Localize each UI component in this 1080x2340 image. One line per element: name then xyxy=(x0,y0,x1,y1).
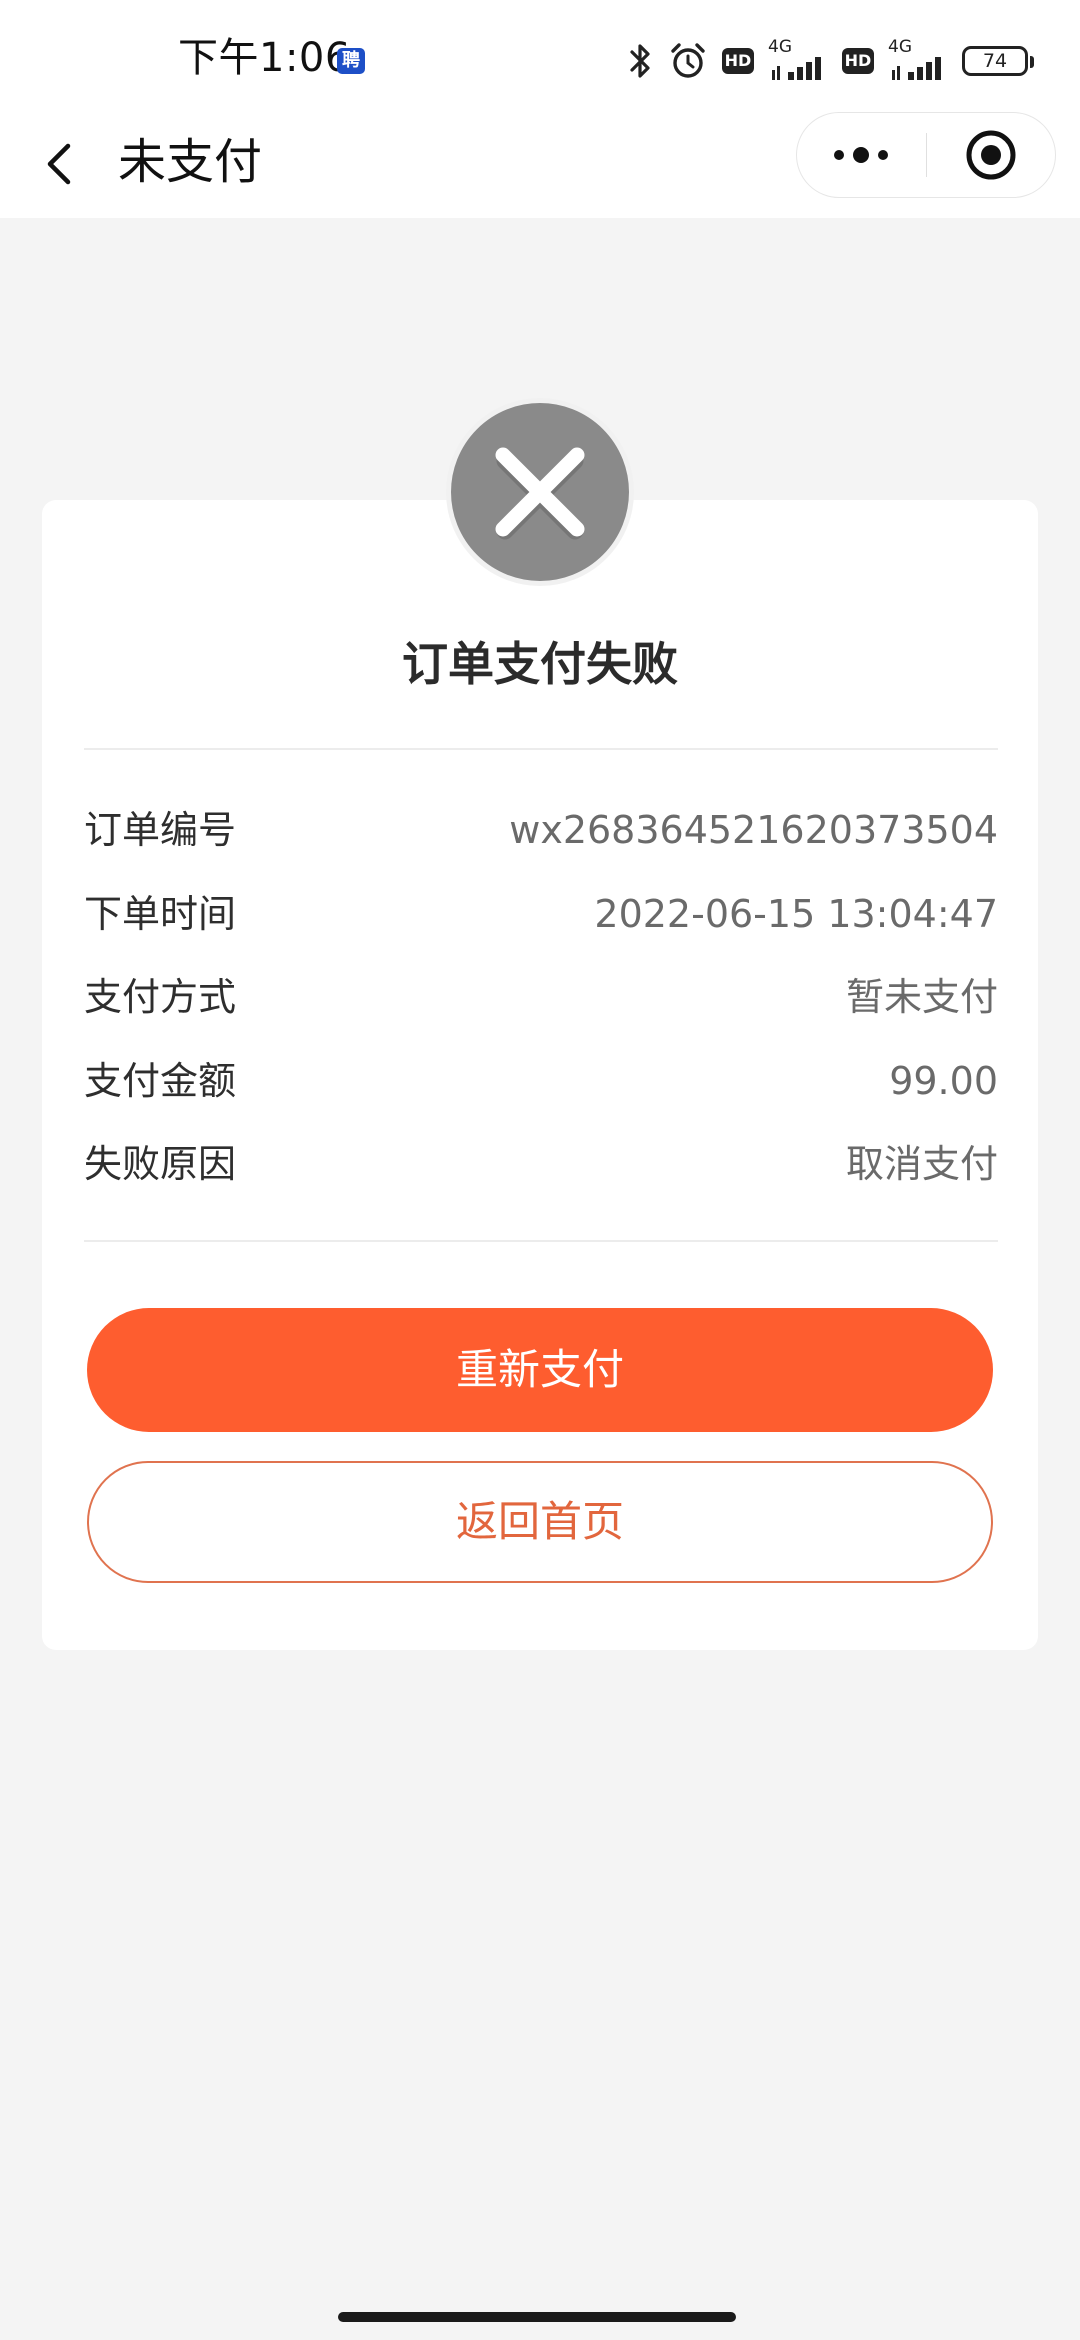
info-row-payment-amount: 支付金额 99.00 xyxy=(84,1051,998,1111)
more-dots-icon xyxy=(834,147,888,163)
status-time: 下午1:06 xyxy=(178,35,351,81)
home-indicator xyxy=(338,2312,736,2322)
page-title: 未支付 xyxy=(118,134,263,190)
battery-icon: 74 xyxy=(962,46,1034,76)
more-button[interactable] xyxy=(797,113,926,197)
info-value: 取消支付 xyxy=(845,1142,998,1186)
divider-top xyxy=(84,748,998,750)
menu-capsule xyxy=(796,112,1056,198)
capsule-close-icon xyxy=(966,130,1016,180)
network-type-label-2: 4G xyxy=(888,37,912,57)
info-value: 暂未支付 xyxy=(845,975,998,1019)
info-label: 失败原因 xyxy=(84,1142,237,1186)
back-home-button[interactable]: 返回首页 xyxy=(87,1461,993,1583)
info-label: 下单时间 xyxy=(84,892,237,936)
result-card: 订单支付失败 订单编号 wx268364521620373504 下单时间 20… xyxy=(42,500,1038,1650)
info-row-fail-reason: 失败原因 取消支付 xyxy=(84,1134,998,1194)
back-button[interactable] xyxy=(38,132,82,196)
nav-bar: 未支付 xyxy=(0,110,1080,218)
info-value: 99.00 xyxy=(889,1059,998,1103)
info-label: 订单编号 xyxy=(84,808,237,852)
close-circle-icon xyxy=(446,398,634,586)
hd-icon-2: HD xyxy=(842,48,874,74)
info-row-payment-method: 支付方式 暂未支付 xyxy=(84,967,998,1027)
chevron-left-icon xyxy=(47,143,71,185)
signal-icon-2: 4G xyxy=(888,37,948,82)
close-miniprogram-button[interactable] xyxy=(927,113,1055,197)
hd-icon: HD xyxy=(722,48,754,74)
info-row-order-time: 下单时间 2022-06-15 13:04:47 xyxy=(84,884,998,944)
alarm-icon xyxy=(671,43,705,78)
result-title: 订单支付失败 xyxy=(402,637,678,691)
info-value: 2022-06-15 13:04:47 xyxy=(594,892,998,936)
info-row-order-number: 订单编号 wx268364521620373504 xyxy=(84,800,998,860)
info-label: 支付金额 xyxy=(84,1059,237,1103)
bluetooth-icon xyxy=(630,44,650,78)
info-value: wx268364521620373504 xyxy=(509,808,998,852)
signal-icon: 4G xyxy=(768,37,828,82)
status-icons: HD 4G HD 4G 74 xyxy=(628,37,1034,84)
info-label: 支付方式 xyxy=(84,975,237,1019)
divider-bottom xyxy=(84,1240,998,1242)
retry-payment-button[interactable]: 重新支付 xyxy=(87,1308,993,1432)
status-bar: 下午1:06 聘 HD 4G HD 4G 74 xyxy=(0,0,1080,110)
app-notification-badge: 聘 xyxy=(337,48,365,74)
network-type-label: 4G xyxy=(768,37,792,57)
